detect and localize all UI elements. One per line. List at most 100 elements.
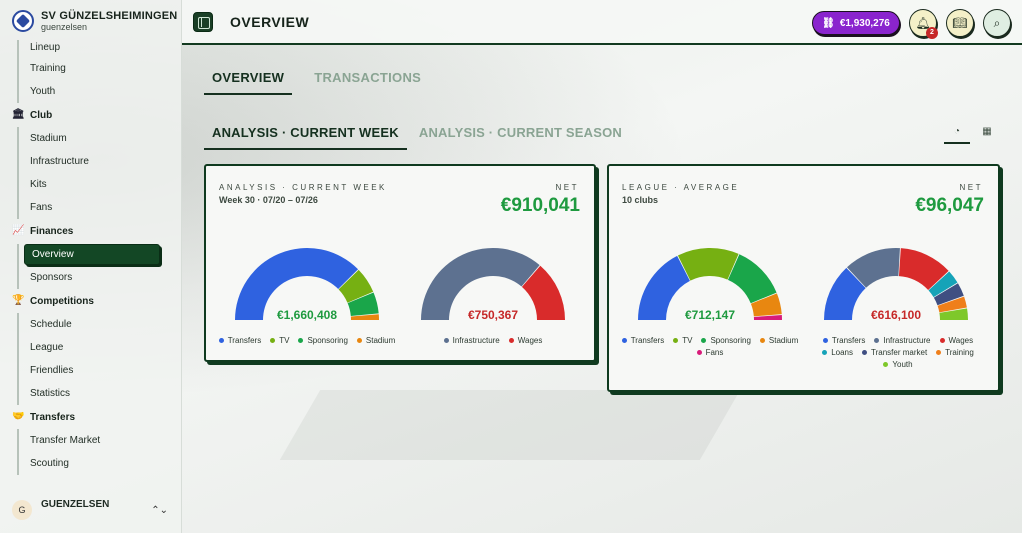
sidebar-nav: Lineup Training Youth 🏛 Club Stadium Inf… <box>0 40 182 495</box>
club-brand[interactable]: SV GÜNZELSHEIMINGEN guenzelsen <box>12 10 177 32</box>
legend-item-fans[interactable]: Fans <box>696 348 724 357</box>
search-button[interactable]: ⌕ <box>983 9 1011 37</box>
analysis-tabs: ANALYSIS · CURRENT WEEK ANALYSIS · CURRE… <box>204 122 630 150</box>
view-toggle: ◔ ▦ <box>944 122 1000 144</box>
notification-badge: 2 <box>926 27 938 39</box>
legend-item-wages[interactable]: Wages <box>939 336 974 345</box>
legend-dot <box>696 350 702 355</box>
sidebar-item-training[interactable]: Training <box>19 57 182 80</box>
legend-label: Sponsoring <box>710 336 751 345</box>
legend-dot <box>218 338 224 343</box>
legend-label: Infrastructure <box>452 336 500 345</box>
legend-dot <box>508 338 514 343</box>
sidebar-item-stadium[interactable]: Stadium <box>19 127 182 150</box>
card-label: LEAGUE · AVERAGE <box>622 183 740 192</box>
legend-dot <box>862 350 867 355</box>
legend-label: Loans <box>831 348 853 357</box>
legend-label: Wages <box>948 336 974 345</box>
page-title: OVERVIEW <box>230 14 310 30</box>
legend-label: Infrastructure <box>883 336 931 345</box>
sidebar-heading-finances[interactable]: 📈 Finances <box>0 219 182 243</box>
sidebar-item-lineup[interactable]: Lineup <box>19 40 182 57</box>
legend-dot <box>822 350 828 355</box>
tab-analysis-season[interactable]: ANALYSIS · CURRENT SEASON <box>411 122 630 150</box>
sidebar-heading-transfers[interactable]: 🤝 Transfers <box>0 405 182 429</box>
legend-item-youth[interactable]: Youth <box>883 360 913 369</box>
legend-item-tv[interactable]: TV <box>673 336 692 345</box>
legend-item-training[interactable]: Training <box>936 348 974 357</box>
sidebar-heading-competitions[interactable]: 🏆 Competitions <box>0 289 182 313</box>
sidebar-item-transfer-market[interactable]: Transfer Market <box>19 429 182 452</box>
user-menu[interactable]: G GUENZELSEN ⌃⌄ <box>0 495 182 525</box>
net-label: NET <box>959 183 983 192</box>
club-subtitle: guenzelsen <box>41 22 88 32</box>
sidebar-item-youth[interactable]: Youth <box>19 80 182 103</box>
sidebar-item-friendlies[interactable]: Friendlies <box>19 359 182 382</box>
sidebar-item-infrastructure[interactable]: Infrastructure <box>19 150 182 173</box>
legend-item-stadium[interactable]: Stadium <box>356 336 396 345</box>
legend-label: Fans <box>705 348 724 357</box>
legend-item-infrastructure[interactable]: Infrastructure <box>443 336 500 345</box>
tab-analysis-week[interactable]: ANALYSIS · CURRENT WEEK <box>204 122 407 150</box>
link-icon: ⛓ <box>822 17 835 29</box>
bank-icon: 🏛 <box>12 109 25 120</box>
chart-view-icon[interactable]: ◔ <box>944 122 970 144</box>
sidebar-item-schedule[interactable]: Schedule <box>19 313 182 336</box>
legend-item-transfer-market[interactable]: Transfer market <box>862 348 927 357</box>
legend-item-transfers[interactable]: Transfers <box>621 336 664 345</box>
legend-dot <box>356 338 362 343</box>
sidebar-item-league[interactable]: League <box>19 336 182 359</box>
card-league-average: LEAGUE · AVERAGE 10 clubs NET €96,047 €7… <box>607 164 1000 392</box>
sidebar: SV GÜNZELSHEIMINGEN guenzelsen Lineup Tr… <box>0 0 182 533</box>
expense-legend: Infrastructure Wages <box>404 336 582 345</box>
card-current-week: ANALYSIS · CURRENT WEEK Week 30 · 07/20 … <box>204 164 596 362</box>
sidebar-item-fans[interactable]: Fans <box>19 196 182 219</box>
legend-item-transfers[interactable]: Transfers <box>822 336 866 345</box>
nav-group-club: Stadium Infrastructure Kits Fans <box>17 127 182 219</box>
legend-label: Transfer market <box>871 348 928 357</box>
table-view-icon[interactable]: ▦ <box>974 122 1000 144</box>
sidebar-item-overview[interactable]: Overview <box>24 244 160 265</box>
sidebar-heading-club[interactable]: 🏛 Club <box>0 103 182 127</box>
balance-value: €1,930,276 <box>839 17 890 29</box>
income-gauge-value: €1,660,408 <box>276 308 338 322</box>
sidebar-item-scouting[interactable]: Scouting <box>19 452 182 475</box>
sidebar-item-sponsors[interactable]: Sponsors <box>19 266 182 289</box>
notifications-button[interactable]: 🔔︎ 2 <box>909 9 938 39</box>
expense-gauge-value: €616,100 <box>870 308 922 322</box>
avatar: G <box>12 500 32 520</box>
sidebar-item-statistics[interactable]: Statistics <box>19 382 182 405</box>
legend-label: Stadium <box>365 336 396 345</box>
legend-label: Transfers <box>831 336 866 345</box>
legend-dot <box>822 338 828 343</box>
legend-label: Sponsoring <box>307 336 348 345</box>
user-name: GUENZELSEN <box>41 498 110 510</box>
balance-button[interactable]: ⛓ €1,930,276 <box>812 11 900 35</box>
book-button[interactable]: 📖︎ <box>946 9 974 37</box>
nav-group-finances: Overview Sponsors <box>17 244 182 289</box>
sidebar-item-kits[interactable]: Kits <box>19 173 182 196</box>
income-legend: Transfers TV Sponsoring Stadium <box>210 336 404 345</box>
legend-item-sponsoring[interactable]: Sponsoring <box>298 336 348 345</box>
legend-item-transfers[interactable]: Transfers <box>218 336 262 345</box>
tab-overview[interactable]: OVERVIEW <box>204 66 293 95</box>
sidebar-toggle-button[interactable] <box>193 12 213 32</box>
legend-item-wages[interactable]: Wages <box>508 336 543 345</box>
income-gauge-value: €712,147 <box>684 308 736 322</box>
legend-dot <box>270 338 276 343</box>
club-crest-icon <box>12 10 34 32</box>
legend-label: Transfers <box>227 336 262 345</box>
legend-dot <box>759 338 765 343</box>
legend-item-loans[interactable]: Loans <box>822 348 853 357</box>
expense-gauge-value: €750,367 <box>467 308 519 322</box>
legend-item-infrastructure[interactable]: Infrastructure <box>874 336 931 345</box>
legend-item-tv[interactable]: TV <box>270 336 289 345</box>
trophy-icon: 🏆 <box>12 295 25 306</box>
legend-label: Wages <box>517 336 543 345</box>
legend-item-stadium[interactable]: Stadium <box>759 336 798 345</box>
tab-transactions[interactable]: TRANSACTIONS <box>306 66 429 95</box>
card-label: ANALYSIS · CURRENT WEEK <box>219 183 387 192</box>
legend-dot <box>874 338 880 343</box>
legend-item-sponsoring[interactable]: Sponsoring <box>701 336 751 345</box>
net-label: NET <box>555 183 579 192</box>
